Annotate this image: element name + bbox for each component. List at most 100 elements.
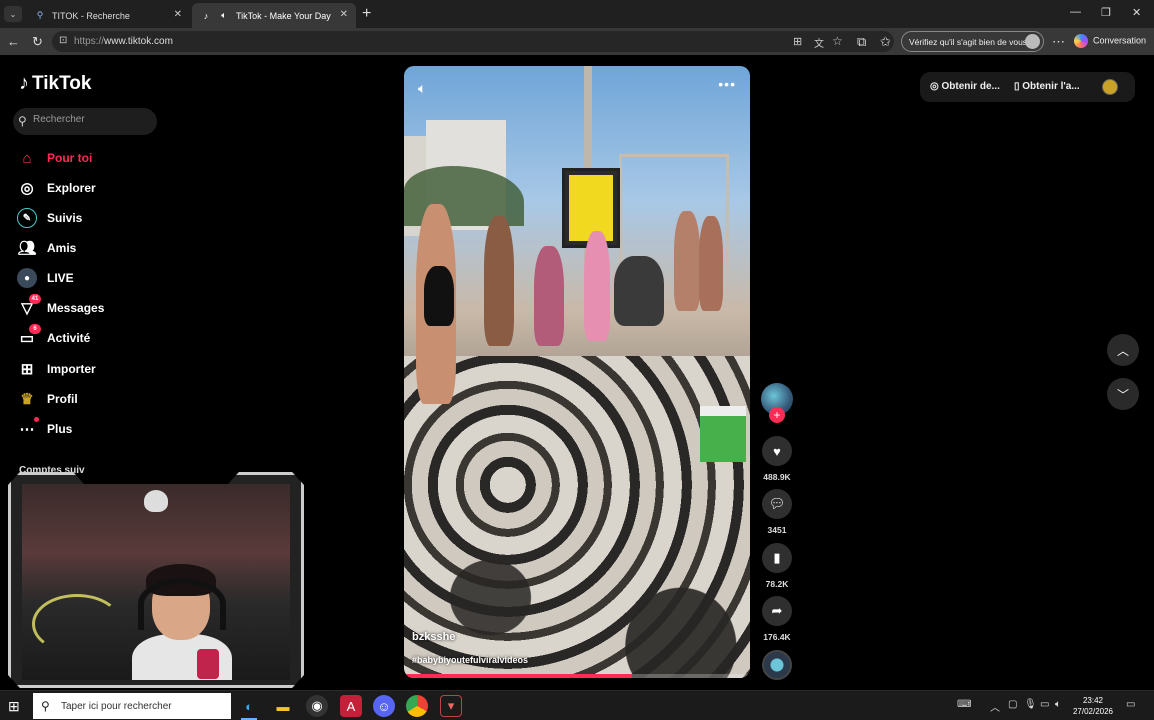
get-coins-button[interactable]: ◎ Obtenir de... [930, 81, 1000, 92]
nav-label: Suivis [47, 211, 83, 225]
comment-action[interactable]: 💬︎ 3451 [762, 489, 792, 535]
nav-upload[interactable]: ⊞ Importer [17, 358, 96, 380]
keyboard-icon[interactable]: ⌨ [957, 699, 971, 710]
volume-icon[interactable]: 🔈︎ [1055, 699, 1061, 710]
search-icon: ⚲ [18, 114, 27, 128]
restore-button[interactable]: ❐ [1101, 6, 1111, 19]
microphone-icon[interactable]: 🎙︎ [1024, 699, 1037, 710]
windows-start-icon[interactable]: ⊞ [8, 698, 24, 714]
profile-icon: ♛ [20, 391, 34, 408]
music-disc-icon[interactable] [762, 650, 792, 680]
copilot-label: Conversation [1093, 35, 1147, 46]
webcam-feed [22, 484, 290, 680]
tiktok-logo[interactable]: ♪ TikTok [19, 72, 91, 95]
ring-light [32, 594, 122, 654]
nav-explore[interactable]: ◎ Explorer [17, 177, 95, 199]
nav-label: Profil [47, 392, 78, 406]
cooler [700, 406, 746, 462]
home-icon: ⌂ [22, 149, 32, 167]
more-options-icon[interactable]: ⋯ [1052, 34, 1065, 50]
nav-messages[interactable]: ▽ 41 Messages [17, 294, 104, 319]
nav-label: Plus [47, 422, 73, 436]
nav-friends[interactable]: 👥︎ Amis [17, 237, 76, 259]
mute-icon[interactable]: 🔈︎ [418, 80, 426, 97]
show-hidden-icons[interactable]: ︿ [990, 699, 1000, 714]
nav-more[interactable]: ⋯ Plus [17, 417, 73, 440]
favorite-star-icon[interactable]: ☆ [832, 34, 843, 48]
refresh-icon[interactable]: ↻ [32, 34, 43, 50]
verify-text: Vérifiez qu'il s'agit bien de vous [909, 37, 1028, 47]
comment-icon[interactable]: 💬︎ [762, 489, 792, 519]
bookmark-icon[interactable]: ▮ [762, 543, 792, 573]
nav-live[interactable]: ● LIVE [17, 267, 74, 289]
video-progress-bar[interactable] [404, 674, 750, 678]
network-icon[interactable]: ▭ [1040, 699, 1049, 710]
follow-plus-icon[interactable]: + [769, 407, 785, 423]
address-bar[interactable]: ⊡ https://www.tiktok.com ⊞ 文 ☆ [52, 31, 894, 52]
translate-icon[interactable]: 文 [814, 35, 824, 50]
discord-icon[interactable]: ☺ [373, 695, 395, 717]
video-hashtags[interactable]: #babybiyoutefulviralvideos [412, 655, 528, 665]
search-icon: ⚲ [36, 10, 44, 20]
webcam-overlay [8, 462, 304, 688]
user-avatar[interactable] [1102, 79, 1118, 95]
top-right-actions: ◎ Obtenir de... ▯ Obtenir l'a... [920, 72, 1135, 102]
app-a-icon[interactable]: A [340, 695, 362, 717]
new-tab-button[interactable]: + [362, 5, 371, 23]
speaker-icon[interactable]: 🔈︎ [218, 10, 230, 22]
video-author[interactable]: bzksshe [412, 631, 455, 643]
url-protocol: https:// [74, 36, 105, 47]
nav-label: LIVE [47, 271, 74, 285]
video-player[interactable]: 🔈︎ ••• bzksshe #babybiyoutefulviralvideo… [404, 66, 750, 678]
notifications-icon[interactable]: ▭ [1126, 699, 1135, 710]
activity-icon: ▭ 6 [17, 324, 41, 348]
search-box[interactable]: ⚲ [13, 108, 157, 135]
nav-following[interactable]: ✎ Suivis [17, 207, 82, 229]
previous-video-button[interactable]: ︿ [1107, 334, 1139, 366]
save-action[interactable]: ▮ 78.2K [762, 543, 792, 589]
extensions-icon[interactable]: ⧉ [857, 34, 866, 50]
heart-icon[interactable]: ♥ [762, 436, 792, 466]
next-video-button[interactable]: ﹀ [1107, 378, 1139, 410]
close-tab-icon[interactable]: ✕ [340, 9, 348, 20]
nav-activity[interactable]: ▭ 6 Activité [17, 324, 91, 349]
url-host: www.tiktok.com [104, 36, 173, 47]
activity-badge: 6 [29, 324, 41, 334]
back-arrow-icon[interactable]: ← [7, 34, 20, 49]
copilot-button[interactable]: Conversation [1074, 34, 1146, 48]
nav-for-you[interactable]: ⌂ Pour toi [17, 147, 92, 169]
tab-tiktok[interactable]: ♪ 🔈︎ TikTok - Make Your Day ✕ [192, 3, 356, 28]
battery-icon[interactable]: ▢ [1008, 699, 1017, 710]
compass-icon: ◎ [20, 180, 34, 197]
profile-verify-button[interactable]: Vérifiez qu'il s'agit bien de vous [901, 31, 1044, 52]
search-icon: ⚲ [41, 699, 50, 713]
get-app-button[interactable]: ▯ Obtenir l'a... [1014, 81, 1080, 92]
close-window-button[interactable]: ✕ [1132, 6, 1141, 19]
video-options-icon[interactable]: ••• [718, 76, 736, 92]
share-icon[interactable]: ➦ [762, 596, 792, 626]
favorites-icon[interactable]: ✩ [880, 34, 891, 50]
comment-count: 3451 [767, 525, 787, 535]
obs-icon[interactable]: ◉ [306, 695, 328, 717]
site-info-icon[interactable]: ⊡ [59, 35, 67, 46]
chrome-icon[interactable] [406, 695, 428, 717]
chevron-down-icon: ﹀ [1116, 387, 1129, 402]
edge-icon[interactable]: ◐ [238, 695, 260, 720]
microphone [197, 649, 219, 679]
minimize-button[interactable]: — [1070, 6, 1081, 18]
close-tab-icon[interactable]: ✕ [174, 9, 182, 20]
taskbar-clock[interactable]: 23:42 27/02/2026 [1068, 695, 1118, 717]
taskbar-search[interactable]: ⚲ Taper ici pour rechercher [33, 693, 231, 719]
nav-label: Activité [47, 331, 91, 345]
search-input[interactable] [33, 114, 151, 125]
app-install-icon[interactable]: ⊞ [793, 35, 802, 48]
file-explorer-icon[interactable]: ▬ [272, 695, 294, 717]
like-action[interactable]: ♥ 488.9K [762, 436, 792, 482]
share-count: 176.4K [763, 632, 791, 642]
tab-title: TITOK - Recherche [52, 10, 130, 21]
video-app-icon[interactable]: ▾ [440, 695, 462, 717]
share-action[interactable]: ➦ 176.4K [762, 596, 792, 642]
tab-titok-recherche[interactable]: ⚲ TITOK - Recherche ✕ [26, 3, 190, 28]
tab-actions-button[interactable]: ⌄ [4, 6, 22, 22]
nav-profile[interactable]: ♛ Profil [17, 388, 78, 410]
